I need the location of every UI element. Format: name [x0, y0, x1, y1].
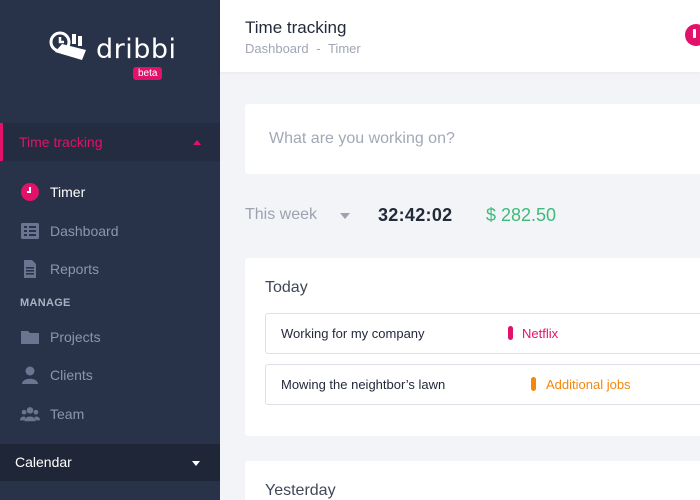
- project-color-dot: [531, 377, 536, 391]
- sidebar-item-projects[interactable]: Projects: [0, 322, 220, 352]
- sidebar-item-label: Reports: [50, 261, 100, 277]
- day-title: Today: [265, 279, 308, 296]
- period-select[interactable]: This week: [245, 206, 317, 224]
- page-header: Time tracking Dashboard - Timer: [220, 0, 700, 72]
- sidebar-section-label: Time tracking: [19, 134, 103, 150]
- sidebar-item-label: Clients: [50, 367, 93, 383]
- beta-badge: beta: [133, 67, 163, 80]
- day-card-today: Today Working for my company Netflix Mow…: [245, 258, 700, 436]
- time-entry[interactable]: Mowing the neightbor’s lawn Additional j…: [265, 364, 700, 405]
- project-color-dot: [508, 326, 513, 340]
- sidebar-item-team[interactable]: Team: [0, 399, 220, 429]
- entry-project[interactable]: Additional jobs: [546, 377, 631, 392]
- page-title: Time tracking: [245, 18, 347, 37]
- sidebar-item-label: Projects: [50, 329, 101, 345]
- sidebar-item-timer[interactable]: Timer: [0, 177, 220, 207]
- breadcrumb-dashboard[interactable]: Dashboard: [245, 41, 309, 56]
- task-description-input[interactable]: [269, 126, 689, 152]
- sidebar-section-time-tracking[interactable]: Time tracking: [0, 123, 220, 161]
- user-icon: [22, 366, 38, 384]
- chevron-down-icon: [192, 461, 200, 466]
- sidebar-item-dashboard[interactable]: Dashboard: [0, 216, 220, 246]
- time-entry[interactable]: Working for my company Netflix: [265, 313, 700, 354]
- day-card-yesterday: Yesterday: [245, 461, 700, 500]
- user-avatar[interactable]: [685, 24, 700, 46]
- entry-description: Working for my company: [281, 326, 425, 341]
- logo-icon: [49, 31, 86, 60]
- sidebar-item-label: Team: [50, 406, 85, 422]
- app-logo[interactable]: dribbi beta: [46, 28, 176, 82]
- users-icon: [20, 407, 40, 422]
- timer-input-card: [245, 104, 700, 174]
- breadcrumb: Dashboard - Timer: [245, 41, 365, 56]
- logo-text: dribbi: [96, 34, 177, 65]
- sidebar-section-calendar[interactable]: Calendar: [0, 444, 220, 481]
- entry-project[interactable]: Netflix: [522, 326, 558, 341]
- day-title: Yesterday: [265, 482, 336, 499]
- total-time: 32:42:02: [378, 205, 453, 225]
- sidebar-item-label: Dashboard: [50, 223, 119, 239]
- sidebar: dribbi beta Time tracking Timer Dashboar…: [0, 0, 220, 500]
- sidebar-manage-heading: MANAGE: [20, 297, 71, 309]
- folder-icon: [21, 331, 39, 344]
- sidebar-item-reports[interactable]: Reports: [0, 254, 220, 284]
- chevron-up-icon: [193, 140, 201, 145]
- breadcrumb-timer: Timer: [327, 41, 361, 56]
- total-amount: $ 282.50: [486, 205, 557, 225]
- entry-description: Mowing the neightbor’s lawn: [281, 377, 446, 392]
- clock-icon: [21, 183, 39, 201]
- sidebar-item-label: Timer: [50, 184, 86, 200]
- document-icon: [24, 260, 36, 278]
- sidebar-section-label: Calendar: [15, 454, 72, 470]
- sidebar-item-clients[interactable]: Clients: [0, 360, 220, 390]
- chevron-down-icon[interactable]: [340, 213, 350, 219]
- breadcrumb-separator: -: [316, 41, 321, 56]
- list-icon: [21, 223, 39, 239]
